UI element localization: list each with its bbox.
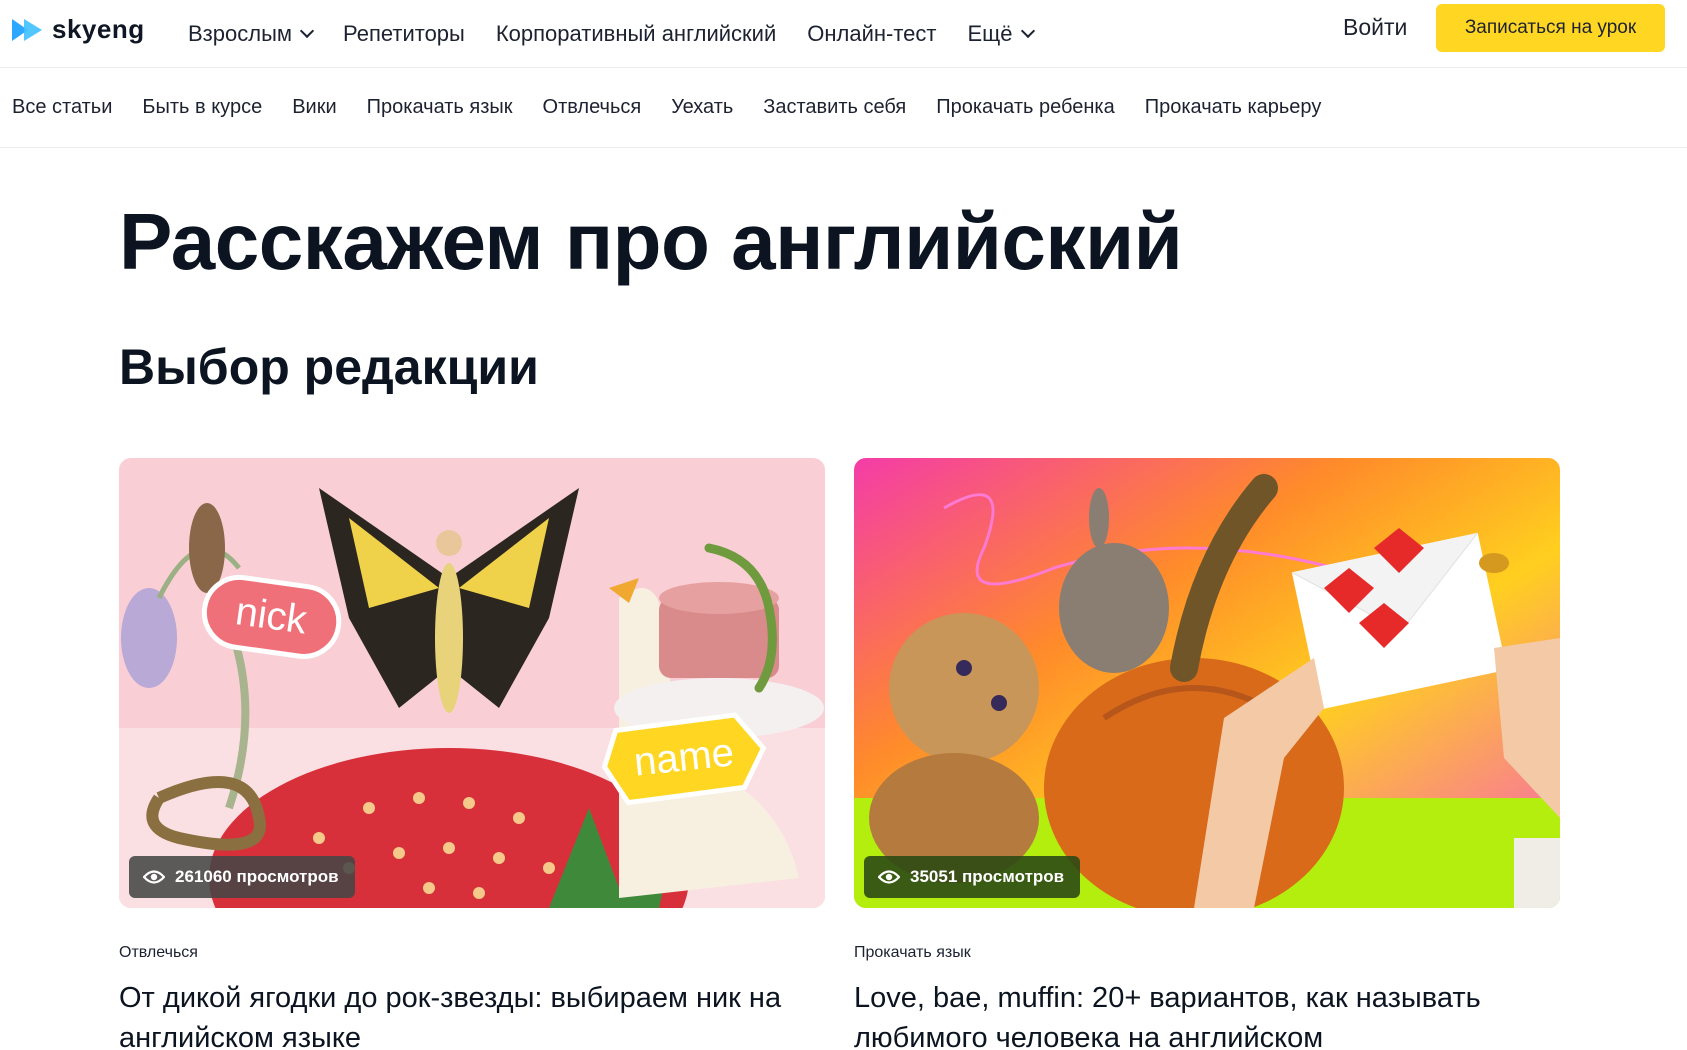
article-cover-image[interactable]: nick name 261060 просмотров <box>119 458 825 908</box>
nav-item-adults[interactable]: Взрослым <box>188 21 315 47</box>
article-category[interactable]: Прокачать язык <box>854 944 1560 962</box>
article-card[interactable]: 35051 просмотров Прокачать язык Love, ba… <box>854 458 1560 1050</box>
login-link[interactable]: Войти <box>1343 14 1407 41</box>
subnav-item-relocate[interactable]: Уехать <box>671 96 733 119</box>
subnav-item-motivation[interactable]: Заставить себя <box>763 96 906 119</box>
nav-item-label: Ещё <box>967 21 1013 46</box>
section-title: Выбор редакции <box>119 339 539 395</box>
logo-play-icon <box>12 18 42 41</box>
eye-icon <box>143 870 165 884</box>
chevron-down-icon <box>1020 23 1035 39</box>
top-navigation: skyeng Взрослым Репетиторы Корпоративный… <box>0 0 1687 68</box>
views-badge: 261060 просмотров <box>129 856 355 898</box>
nav-item-label: Взрослым <box>188 21 293 46</box>
article-category[interactable]: Отвлечься <box>119 944 825 962</box>
subnav-item-improve-language[interactable]: Прокачать язык <box>367 96 513 119</box>
nav-item-tutors[interactable]: Репетиторы <box>343 21 465 47</box>
article-cover-image[interactable]: 35051 просмотров <box>854 458 1560 908</box>
article-title[interactable]: Love, bae, muffin: 20+ вариантов, как на… <box>854 978 1560 1050</box>
book-lesson-button[interactable]: Записаться на урок <box>1436 4 1665 52</box>
subnav-item-all-articles[interactable]: Все статьи <box>12 96 112 119</box>
subnav-item-wiki[interactable]: Вики <box>292 96 336 119</box>
nav-item-corporate[interactable]: Корпоративный английский <box>496 21 776 47</box>
nav-item-online-test[interactable]: Онлайн-тест <box>807 21 936 47</box>
nav-item-label: Корпоративный английский <box>495 21 777 46</box>
main-nav: Взрослым Репетиторы Корпоративный англий… <box>188 0 1035 68</box>
views-badge: 35051 просмотров <box>864 856 1081 898</box>
subnav-item-career[interactable]: Прокачать карьеру <box>1145 96 1322 119</box>
nav-item-more[interactable]: Ещё <box>967 21 1035 47</box>
nav-item-label: Онлайн-тест <box>807 21 937 46</box>
views-count: 261060 просмотров <box>175 867 339 886</box>
subnav-item-distract[interactable]: Отвлечься <box>543 96 642 119</box>
views-count: 35051 просмотров <box>910 867 1065 886</box>
article-title[interactable]: От дикой ягодки до рок-звезды: выбираем … <box>119 978 825 1050</box>
article-categories-nav: Все статьи Быть в курсе Вики Прокачать я… <box>0 68 1687 148</box>
skyeng-logo[interactable]: skyeng <box>10 14 145 45</box>
collage-illustration <box>854 458 1560 908</box>
subnav-item-news[interactable]: Быть в курсе <box>142 96 262 119</box>
chevron-down-icon <box>299 23 315 39</box>
collage-illustration: nick name <box>119 458 825 908</box>
page-title: Расскажем про английский <box>119 197 1183 286</box>
nav-item-label: Репетиторы <box>343 21 465 46</box>
logo-text: skyeng <box>52 14 145 44</box>
eye-icon <box>878 870 900 884</box>
article-card[interactable]: nick name 261060 просмотров Отвлечься От… <box>119 458 825 1050</box>
subnav-item-kids[interactable]: Прокачать ребенка <box>936 96 1114 119</box>
